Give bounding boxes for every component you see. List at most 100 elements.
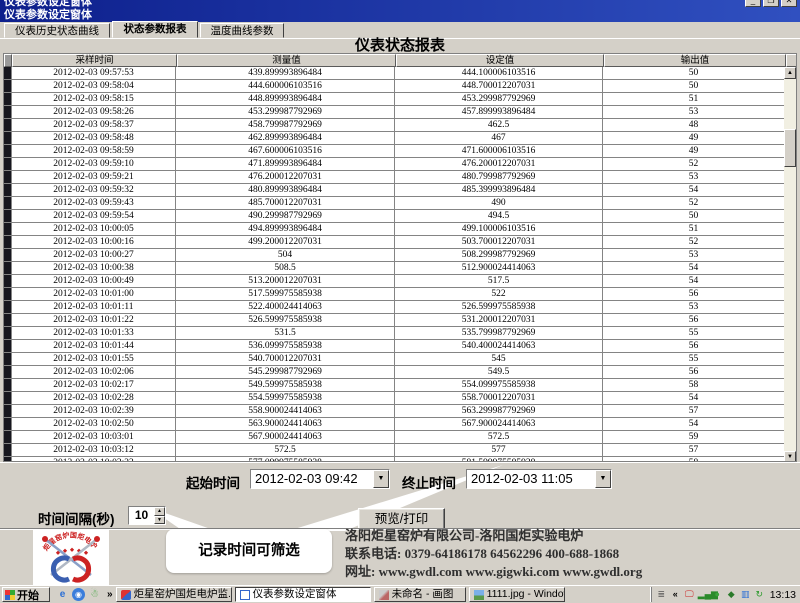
vertical-scrollbar[interactable]: ▲ ▼ — [784, 67, 796, 462]
collapse-tray-icon[interactable]: « — [670, 589, 681, 600]
row-selector[interactable] — [4, 145, 12, 157]
spin-down-icon[interactable]: ▼ — [154, 516, 165, 525]
language-bar-icon[interactable]: ≣ — [656, 589, 667, 600]
row-selector[interactable] — [4, 444, 12, 456]
table-row[interactable]: 2012-02-03 10:02:06545.299987792969549.5… — [4, 366, 796, 379]
table-row[interactable]: 2012-02-03 10:00:05494.899993896484499.1… — [4, 223, 796, 236]
table-row[interactable]: 2012-02-03 10:01:22526.599975585938531.2… — [4, 314, 796, 327]
row-selector[interactable] — [4, 249, 12, 261]
scrollbar-thumb[interactable] — [784, 129, 796, 167]
row-selector[interactable] — [4, 93, 12, 105]
table-row[interactable]: 2012-02-03 10:02:28554.599975585938558.7… — [4, 392, 796, 405]
table-row[interactable]: 2012-02-03 09:59:54490.299987792969494.5… — [4, 210, 796, 223]
table-row[interactable]: 2012-02-03 09:58:48462.89999389648446749 — [4, 132, 796, 145]
messenger-icon[interactable]: ☃ — [88, 588, 101, 601]
table-row[interactable]: 2012-02-03 10:01:00517.59997558593852256 — [4, 288, 796, 301]
security-shield-icon[interactable]: ◆ — [726, 589, 737, 600]
row-selector[interactable] — [4, 379, 12, 391]
table-row[interactable]: 2012-02-03 09:58:04444.600006103516448.7… — [4, 80, 796, 93]
row-selector[interactable] — [4, 67, 12, 79]
network-error-icon[interactable]: 🖵 — [684, 589, 695, 600]
media-player-icon[interactable]: ◉ — [72, 588, 85, 601]
chevron-down-icon[interactable]: ▼ — [595, 470, 611, 488]
table-row[interactable]: 2012-02-03 10:02:50563.900024414063567.9… — [4, 418, 796, 431]
tab-temperature-params[interactable]: 温度曲线参数 — [200, 23, 284, 38]
table-row[interactable]: 2012-02-03 10:03:12572.557757 — [4, 444, 796, 457]
table-row[interactable]: 2012-02-03 10:00:49513.200012207031517.5… — [4, 275, 796, 288]
row-selector[interactable] — [4, 340, 12, 352]
start-time-combobox[interactable]: 2012-02-03 09:42 ▼ — [250, 469, 390, 489]
col-header-measured-value[interactable]: 测量值 — [177, 54, 396, 67]
signal-bars-icon[interactable]: ▂▄▆ — [698, 589, 709, 600]
chart-monitor-icon[interactable]: ▥ — [740, 589, 751, 600]
table-row[interactable]: 2012-02-03 09:58:37458.799987792969462.5… — [4, 119, 796, 132]
table-row[interactable]: 2012-02-03 10:02:17549.599975585938554.0… — [4, 379, 796, 392]
table-row[interactable]: 2012-02-03 09:59:21476.200012207031480.7… — [4, 171, 796, 184]
row-selector[interactable] — [4, 80, 12, 92]
taskbar-item-paint[interactable]: 未命名 - 画图 — [374, 587, 466, 602]
row-selector[interactable] — [4, 223, 12, 235]
row-selector[interactable] — [4, 184, 12, 196]
row-selector[interactable] — [4, 236, 12, 248]
row-selector[interactable] — [4, 431, 12, 443]
row-selector[interactable] — [4, 132, 12, 144]
table-row[interactable]: 2012-02-03 10:01:44536.099975585938540.4… — [4, 340, 796, 353]
row-selector[interactable] — [4, 314, 12, 326]
row-selector[interactable] — [4, 197, 12, 209]
spin-up-icon[interactable]: ▲ — [154, 507, 165, 516]
row-selector[interactable] — [4, 262, 12, 274]
antivirus-icon[interactable]: ● — [712, 589, 723, 600]
start-button[interactable]: 开始 — [2, 587, 50, 602]
interval-stepper[interactable]: 10 ▲ ▼ — [128, 506, 166, 525]
table-row[interactable]: 2012-02-03 09:58:15448.899993896484453.2… — [4, 93, 796, 106]
quick-launch-more-icon[interactable]: » — [107, 589, 113, 600]
chevron-down-icon[interactable]: ▼ — [373, 470, 389, 488]
table-row[interactable]: 2012-02-03 09:59:43485.70001220703149052 — [4, 197, 796, 210]
table-row[interactable]: 2012-02-03 09:57:53439.899993896484444.1… — [4, 67, 796, 80]
tab-history-curve[interactable]: 仪表历史状态曲线 — [4, 23, 110, 38]
restore-button[interactable]: ❐ — [763, 0, 779, 7]
table-row[interactable]: 2012-02-03 09:59:32480.899993896484485.3… — [4, 184, 796, 197]
taskbar-item-instrument-window[interactable]: 仪表参数设定窗体 — [235, 587, 371, 602]
row-selector[interactable] — [4, 418, 12, 430]
table-row[interactable]: 2012-02-03 10:01:11522.400024414063526.5… — [4, 301, 796, 314]
end-time-combobox[interactable]: 2012-02-03 11:05 ▼ — [466, 469, 612, 489]
background-window-titlebar[interactable]: 仪表参数设定窗体 _ ❐ ✕ — [0, 0, 800, 8]
taskbar-item-image-viewer[interactable]: 1111.jpg - Windows ... — [469, 587, 565, 602]
table-row[interactable]: 2012-02-03 10:02:39558.900024414063563.2… — [4, 405, 796, 418]
scroll-up-icon[interactable]: ▲ — [784, 67, 796, 79]
row-selector[interactable] — [4, 288, 12, 300]
row-selector[interactable] — [4, 275, 12, 287]
close-button[interactable]: ✕ — [781, 0, 797, 7]
table-row[interactable]: 2012-02-03 10:00:16499.200012207031503.7… — [4, 236, 796, 249]
table-row[interactable]: 2012-02-03 10:00:38508.5512.900024414063… — [4, 262, 796, 275]
col-header-sample-time[interactable]: 采样时间 — [12, 54, 177, 67]
row-selector[interactable] — [4, 392, 12, 404]
table-row[interactable]: 2012-02-03 10:00:27504508.29998779296953 — [4, 249, 796, 262]
row-selector[interactable] — [4, 119, 12, 131]
scroll-down-icon[interactable]: ▼ — [784, 451, 796, 462]
table-row[interactable]: 2012-02-03 10:01:33531.5535.799987792969… — [4, 327, 796, 340]
row-selector[interactable] — [4, 301, 12, 313]
row-selector[interactable] — [4, 171, 12, 183]
internet-explorer-icon[interactable]: e — [56, 588, 69, 601]
col-header-output-value[interactable]: 输出值 — [604, 54, 786, 67]
tab-status-report[interactable]: 状态参数报表 — [112, 21, 198, 38]
table-row[interactable]: 2012-02-03 09:58:26453.299987792969457.8… — [4, 106, 796, 119]
table-row[interactable]: 2012-02-03 09:59:10471.899993896484476.2… — [4, 158, 796, 171]
taskbar-item-furnace-monitor[interactable]: 炬星窑炉国炬电炉监... — [116, 587, 232, 602]
row-selector[interactable] — [4, 106, 12, 118]
row-selector[interactable] — [4, 405, 12, 417]
row-selector[interactable] — [4, 158, 12, 170]
table-row[interactable]: 2012-02-03 10:01:55540.70001220703154555 — [4, 353, 796, 366]
table-row[interactable]: 2012-02-03 09:58:59467.600006103516471.6… — [4, 145, 796, 158]
row-selector[interactable] — [4, 210, 12, 222]
table-row[interactable]: 2012-02-03 10:03:01567.900024414063572.5… — [4, 431, 796, 444]
row-selector[interactable] — [4, 366, 12, 378]
update-sync-icon[interactable]: ↻ — [754, 589, 765, 600]
minimize-button[interactable]: _ — [745, 0, 761, 7]
col-header-set-value[interactable]: 设定值 — [396, 54, 604, 67]
row-selector[interactable] — [4, 327, 12, 339]
window-titlebar[interactable]: 仪表参数设定窗体 — [0, 8, 800, 22]
row-selector[interactable] — [4, 353, 12, 365]
